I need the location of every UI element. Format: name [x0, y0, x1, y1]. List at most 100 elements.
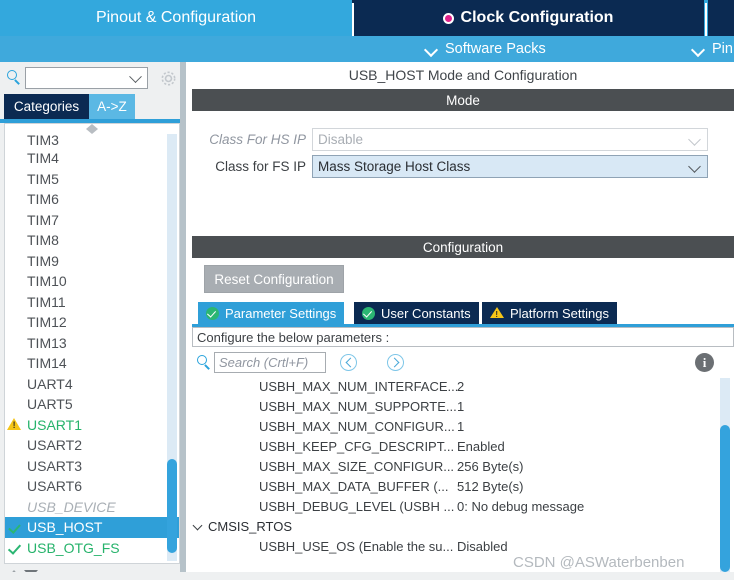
table-row[interactable]: USBH_USE_OS (Enable the su... Disabled [192, 536, 734, 556]
parameter-search-input[interactable]: Search (Crtl+F) [214, 352, 326, 373]
dropdown-class-for-hs-ip[interactable]: Disable [312, 128, 708, 151]
tab-a-to-z-label: A->Z [97, 99, 127, 114]
configuration-header-label: Configuration [422, 239, 504, 255]
sidebar-item-tim4[interactable]: TIM4 [5, 148, 179, 169]
sidebar-item-label: TIM7 [27, 211, 59, 228]
sidebar-item-tim7[interactable]: TIM7 [5, 210, 179, 231]
field-label-hs-ip: Class For HS IP [209, 132, 306, 147]
sidebar-item-uart5[interactable]: UART5 [5, 394, 179, 415]
mode-header-label: Mode [446, 92, 480, 108]
parameter-name: USBH_MAX_NUM_SUPPORTE... [259, 398, 457, 414]
table-row[interactable]: USBH_KEEP_CFG_DESCRIPT... Enabled [192, 436, 734, 456]
sidebar-item-label: TIM5 [27, 170, 59, 187]
gear-icon[interactable] [160, 70, 177, 87]
sidebar-item-label: TIM6 [27, 191, 59, 208]
sidebar-item-label: TIM8 [27, 232, 59, 249]
tab-platform-settings[interactable]: Platform Settings [482, 302, 617, 324]
sidebar-item-uart4[interactable]: UART4 [5, 374, 179, 395]
configuration-tabs: Parameter Settings User Constants Platfo… [192, 302, 734, 324]
parameter-group-label: CMSIS_RTOS [208, 518, 293, 534]
tab-pinout-configuration[interactable]: Pinout & Configuration [0, 0, 352, 36]
tab-parameter-settings-label: Parameter Settings [225, 305, 337, 321]
parameter-search-placeholder: Search (Crtl+F) [219, 355, 309, 370]
sidebar-item-usart6[interactable]: USART6 [5, 476, 179, 497]
sidebar-item-label: USB_DEVICE [27, 498, 116, 515]
software-packs-label: Software Packs [445, 41, 546, 57]
tab-clock-configuration[interactable]: Clock Configuration [352, 0, 704, 36]
parameter-value: Enabled [457, 438, 505, 454]
table-row[interactable]: USBH_MAX_SIZE_CONFIGUR... 256 Byte(s) [192, 456, 734, 476]
watermark: CSDN @ASWaterbenben [513, 554, 684, 571]
page-title: USB_HOST Mode and Configuration [192, 62, 734, 88]
field-class-for-fs-ip: Class for FS IP Mass Storage Host Class [192, 155, 734, 178]
sidebar-item-usb-otg-fs[interactable]: USB_OTG_FS [5, 538, 179, 559]
parameter-name: USBH_MAX_DATA_BUFFER (... [259, 478, 449, 494]
dropdown-value-hs-ip: Disable [318, 132, 364, 147]
tab-a-to-z[interactable]: A->Z [89, 94, 135, 119]
chevron-down-icon [688, 160, 701, 173]
tab-categories[interactable]: Categories [4, 94, 89, 119]
parameter-value: 1 [457, 418, 465, 434]
sidebar-item-tim9[interactable]: TIM9 [5, 251, 179, 272]
sidebar-item-tim11[interactable]: TIM11 [5, 292, 179, 313]
info-icon[interactable]: i [695, 353, 714, 372]
sidebar-item-usart3[interactable]: USART3 [5, 456, 179, 477]
tab-user-constants[interactable]: User Constants [354, 302, 479, 324]
main-content: USB_HOST Mode and Configuration Mode Cla… [186, 62, 734, 580]
check-circle-icon-2 [362, 306, 375, 320]
sidebar-item-usb-otg-hs[interactable]: USB_OTG_HS [5, 558, 179, 563]
chevron-left-circle-icon[interactable] [340, 354, 357, 371]
mode-section-body: Class For HS IP Disable Class for FS IP … [192, 111, 734, 236]
parameter-scrollbar-thumb[interactable] [720, 425, 730, 572]
sidebar-item-usb-device[interactable]: USB_DEVICE [5, 497, 179, 518]
sidebar-item-tim8[interactable]: TIM8 [5, 230, 179, 251]
search-icon [197, 355, 212, 370]
chevron-down-icon-2 [692, 43, 705, 56]
chevron-down-icon[interactable] [194, 522, 203, 531]
sidebar-list: TIM3 TIM4 TIM5 TIM6 TIM7 TIM8 TIM9 TIM10… [4, 123, 180, 564]
sidebar-item-tim10[interactable]: TIM10 [5, 271, 179, 292]
parameter-value: 2 [457, 378, 465, 394]
stm32cubemx-window: Pinout & Configuration Clock Configurati… [0, 0, 734, 580]
parameter-name: USBH_MAX_NUM_CONFIGUR... [259, 418, 455, 434]
reset-configuration-button[interactable]: Reset Configuration [204, 265, 344, 293]
configuration-section-header: Configuration [192, 236, 734, 258]
sidebar-item-tim13[interactable]: TIM13 [5, 333, 179, 354]
sidebar-search-input[interactable] [25, 67, 148, 89]
sidebar-item-label: USB_HOST [27, 519, 103, 536]
table-row[interactable]: USBH_MAX_NUM_SUPPORTE... 1 [192, 396, 734, 416]
sidebar-item-tim14[interactable]: TIM14 [5, 353, 179, 374]
sidebar-scrollbar-thumb[interactable] [167, 459, 177, 553]
sidebar-item-label: TIM3 [27, 132, 59, 148]
dropdown-class-for-fs-ip[interactable]: Mass Storage Host Class [312, 155, 708, 178]
mode-section-header: Mode [192, 89, 734, 111]
tab-separator-2 [705, 3, 707, 36]
bottom-strip [0, 572, 734, 580]
parameter-name: USBH_MAX_SIZE_CONFIGUR... [259, 458, 455, 474]
sidebar-item-tim3[interactable]: TIM3 [5, 132, 179, 148]
menu-software-packs[interactable]: Software Packs [425, 36, 546, 62]
dropdown-value-fs-ip: Mass Storage Host Class [318, 159, 471, 174]
sidebar-item-tim6[interactable]: TIM6 [5, 189, 179, 210]
tab-parameter-settings[interactable]: Parameter Settings [198, 302, 345, 324]
sidebar-item-tim5[interactable]: TIM5 [5, 169, 179, 190]
table-row[interactable]: USBH_DEBUG_LEVEL (USBH ... 0: No debug m… [192, 496, 734, 516]
sidebar-item-label: TIM9 [27, 252, 59, 269]
reset-configuration-label: Reset Configuration [214, 271, 334, 287]
chevron-down-icon[interactable] [129, 70, 142, 84]
search-icon [7, 70, 22, 85]
table-row[interactable]: USBH_MAX_NUM_INTERFACE... 2 [192, 376, 734, 396]
sidebar-item-tim12[interactable]: TIM12 [5, 312, 179, 333]
sidebar-item-usart1[interactable]: USART1 [5, 415, 179, 436]
tab-overflow[interactable] [708, 0, 734, 36]
table-row[interactable]: USBH_MAX_DATA_BUFFER (... 512 Byte(s) [192, 476, 734, 496]
table-row[interactable]: USBH_MAX_NUM_CONFIGUR... 1 [192, 416, 734, 436]
sidebar-item-label: USB_OTG_HS [27, 560, 121, 563]
sidebar-item-usart2[interactable]: USART2 [5, 435, 179, 456]
sidebar-item-label: TIM13 [27, 334, 67, 351]
sidebar-item-usb-host[interactable]: USB_HOST [5, 517, 179, 538]
parameter-group-cmsis-rtos[interactable]: CMSIS_RTOS [192, 516, 734, 536]
chevron-right-circle-icon[interactable] [387, 354, 404, 371]
menu-pinout[interactable]: Pin [692, 36, 733, 62]
sidebar-item-label: USART3 [27, 457, 82, 474]
